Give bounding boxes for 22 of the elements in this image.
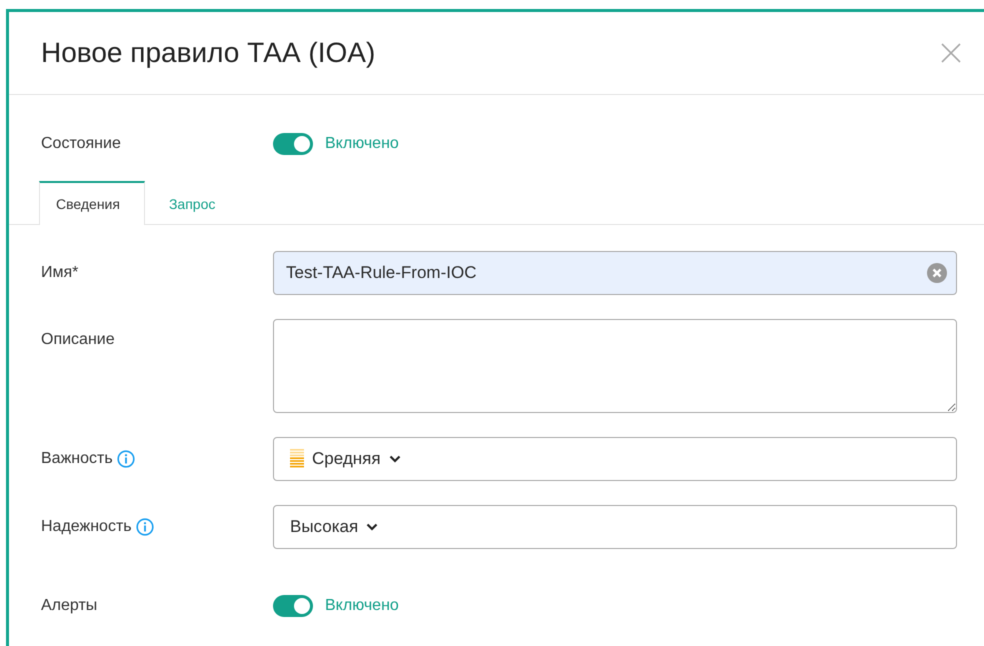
chevron-down-icon (366, 523, 378, 531)
info-icon[interactable] (136, 518, 154, 536)
field-label: Состояние (41, 135, 121, 153)
toggle-label: Включено (325, 597, 399, 615)
toggle-switch[interactable] (273, 133, 313, 155)
info-icon[interactable] (116, 450, 135, 468)
chevron-down-icon (388, 455, 401, 463)
name-field[interactable]: Test-TAA-Rule-From-IOC (273, 251, 957, 295)
field-label: Имя* (41, 264, 78, 282)
clear-icon[interactable] (926, 262, 948, 284)
toggle-label: Включено (325, 135, 399, 153)
tab[interactable]: Сведения (39, 181, 145, 225)
field-label: Надежность (41, 518, 132, 536)
select-field[interactable]: Высокая (273, 505, 957, 549)
dialog-title: Новое правило ТАА (IOA) (41, 37, 376, 69)
field-label: Важность (41, 450, 113, 468)
description-field[interactable] (273, 319, 957, 413)
field-label: Описание (41, 331, 115, 349)
select-field[interactable]: Средняя (273, 437, 957, 481)
toggle-switch[interactable] (273, 595, 313, 617)
field-label: Алерты (41, 597, 98, 615)
close-icon[interactable] (940, 42, 962, 64)
